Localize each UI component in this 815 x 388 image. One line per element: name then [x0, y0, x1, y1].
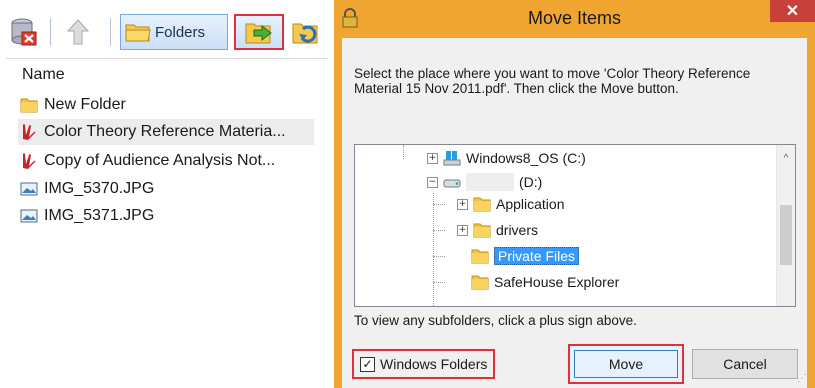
folder-icon — [473, 197, 491, 212]
list-item[interactable]: Color Theory Reference Materia... — [18, 119, 314, 145]
pdf-icon — [23, 153, 36, 169]
tree-node-private-files[interactable]: Private Files — [471, 245, 580, 267]
expand-icon[interactable]: + — [457, 198, 468, 210]
dialog-titlebar[interactable]: Move Items ✕ — [334, 0, 815, 38]
database-delete-icon — [11, 18, 37, 46]
image-icon — [20, 182, 38, 196]
file-name: New Folder — [44, 96, 126, 113]
expand-icon[interactable]: + — [427, 152, 438, 164]
tree-line — [433, 230, 445, 231]
hint-text: To view any subfolders, click a plus sig… — [354, 313, 637, 328]
tree-node-drivers[interactable]: + drivers — [457, 219, 538, 241]
redacted-drive-name — [466, 173, 514, 191]
folder-icon — [20, 98, 38, 113]
tree-node-label: drivers — [496, 222, 539, 238]
list-item[interactable]: Copy of Audience Analysis Not... — [20, 148, 275, 174]
tree-node-label: Application — [496, 196, 565, 212]
list-item[interactable]: IMG_5370.JPG — [20, 176, 154, 202]
tree-node-label: (D:) — [519, 174, 543, 190]
move-to-folder-button[interactable] — [234, 14, 284, 50]
tree-scrollbar[interactable]: ^ — [776, 145, 795, 306]
pdf-icon — [23, 124, 36, 140]
expand-icon[interactable]: + — [457, 224, 468, 236]
collapse-icon[interactable]: − — [427, 176, 438, 188]
folder-icon — [125, 24, 151, 42]
dialog-title: Move Items — [527, 8, 622, 28]
tree-node-windows8-os[interactable]: + Windows8_OS (C:) — [427, 147, 586, 169]
folder-icon — [473, 223, 491, 238]
column-header-name[interactable]: Name — [22, 66, 65, 84]
scrollbar-thumb[interactable] — [780, 205, 792, 265]
copy-folder-icon — [292, 23, 318, 44]
move-items-dialog: Move Items ✕ Select the place where you … — [334, 0, 815, 388]
windows-folders-label: Windows Folders — [380, 356, 488, 372]
tree-node-safehouse-explorer[interactable]: SafeHouse Explorer — [471, 271, 619, 293]
list-item[interactable]: IMG_5371.JPG — [20, 203, 154, 229]
tree-line — [433, 256, 445, 257]
folder-icon — [471, 275, 489, 290]
cancel-button[interactable]: Cancel — [692, 349, 798, 379]
tree-line — [403, 145, 404, 159]
toolbar-separator — [50, 18, 51, 46]
move-folder-icon — [245, 23, 272, 44]
delete-db-button[interactable] — [6, 14, 42, 50]
tree-line — [433, 204, 445, 205]
tree-node-application[interactable]: + Application — [457, 193, 565, 215]
file-name: IMG_5371.JPG — [44, 207, 155, 224]
folders-label: Folders — [155, 23, 206, 41]
toolbar-separator — [110, 18, 111, 46]
dialog-body: Select the place where you want to move … — [342, 38, 807, 388]
tree-node-label: Windows8_OS (C:) — [466, 150, 586, 166]
instruction-text: Select the place where you want to move … — [354, 66, 751, 96]
windows-folders-checkbox[interactable]: ✓ Windows Folders — [352, 349, 496, 379]
file-name: Color Theory Reference Materia... — [44, 123, 286, 140]
file-name: Copy of Audience Analysis Not... — [44, 152, 276, 169]
copy-to-folder-button[interactable] — [288, 14, 324, 50]
tree-node-d-drive[interactable]: − (D:) — [427, 171, 542, 193]
drive-icon — [443, 151, 461, 166]
close-button[interactable]: ✕ — [770, 0, 815, 22]
checkmark-icon[interactable]: ✓ — [360, 356, 375, 372]
tree-node-label: Private Files — [494, 247, 580, 265]
image-icon — [20, 209, 38, 223]
resize-grip-icon[interactable]: ⋰ — [797, 373, 807, 384]
up-arrow-icon — [66, 19, 90, 45]
folder-icon — [471, 249, 489, 264]
close-icon: ✕ — [785, 3, 800, 20]
folders-toggle-button[interactable]: Folders — [120, 14, 228, 50]
file-explorer-panel: Folders Name New Folder Color Theory Ref… — [0, 0, 331, 388]
explorer-toolbar: Folders — [6, 8, 328, 59]
move-button[interactable]: Move — [568, 344, 684, 384]
folder-tree[interactable]: + Windows8_OS (C:) − (D:) + Application … — [354, 144, 796, 307]
list-item[interactable]: New Folder — [20, 92, 126, 118]
up-button[interactable] — [60, 14, 96, 50]
file-name: IMG_5370.JPG — [44, 180, 155, 197]
scroll-up-icon[interactable]: ^ — [777, 153, 795, 169]
move-button-label: Move — [574, 350, 678, 378]
drive-icon — [443, 179, 461, 188]
tree-node-label: SafeHouse Explorer — [494, 274, 620, 290]
tree-line — [433, 282, 445, 283]
tree-line — [433, 193, 434, 306]
